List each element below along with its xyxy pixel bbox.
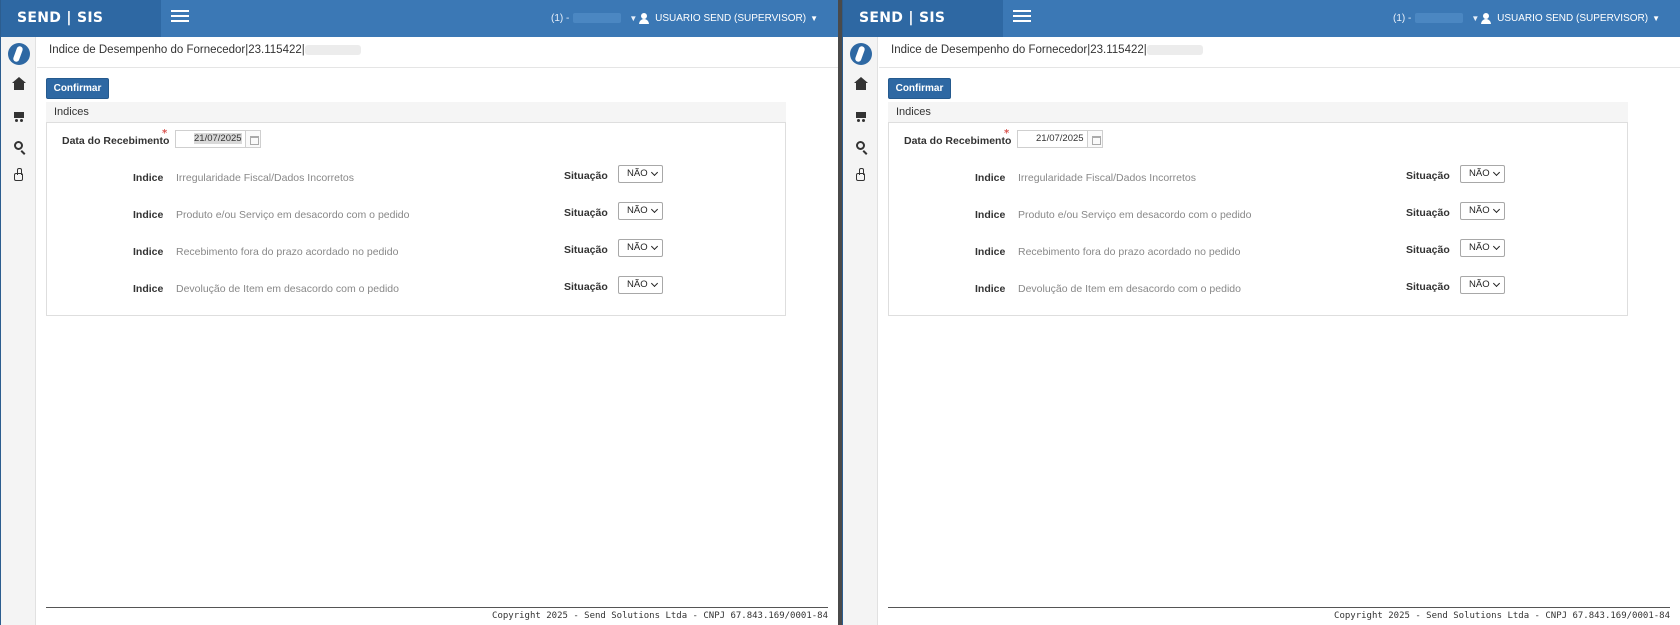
- caret-down-icon: ▼: [810, 14, 818, 23]
- top-bar: SEND | SIS (1) - ▼ USUARIO SEND (SUPERVIS…: [1, 0, 838, 37]
- search-icon[interactable]: [1, 131, 36, 159]
- user-icon: [1481, 12, 1492, 24]
- index-label: Indice: [133, 172, 164, 184]
- org-prefix: (1) -: [551, 13, 570, 24]
- status-label: Situação: [564, 244, 608, 256]
- index-text: Devolução de Item em desacordo com o ped…: [176, 283, 399, 295]
- date-label: Data do Recebimento: [62, 135, 170, 147]
- cart-icon[interactable]: [1, 101, 36, 129]
- status-label: Situação: [564, 281, 608, 293]
- user-menu[interactable]: USUARIO SEND (SUPERVISOR) ▼: [1481, 0, 1660, 37]
- sidebar: [1, 37, 36, 625]
- thumbs-up-icon[interactable]: [1, 161, 36, 189]
- page-title: Indice de Desempenho do Fornecedor|23.11…: [891, 44, 1203, 56]
- status-select[interactable]: NÃO: [618, 276, 663, 294]
- required-asterisk: *: [162, 128, 168, 139]
- status-select[interactable]: NÃO: [618, 202, 663, 220]
- index-text: Recebimento fora do prazo acordado no pe…: [176, 246, 399, 258]
- index-text: Devolução de Item em desacordo com o ped…: [1018, 283, 1241, 295]
- index-label: Indice: [975, 246, 1006, 258]
- index-text: Irregularidade Fiscal/Dados Incorretos: [176, 172, 354, 184]
- footer-copyright: Copyright 2025 - Send Solutions Ltda - C…: [1334, 611, 1670, 621]
- page-title-text: Indice de Desempenho do Fornecedor|23.11…: [891, 44, 1147, 56]
- status-label: Situação: [1406, 244, 1450, 256]
- org-prefix: (1) -: [1393, 13, 1412, 24]
- caret-down-icon: ▼: [629, 14, 638, 23]
- home-icon[interactable]: [843, 71, 878, 99]
- page-title-text: Indice de Desempenho do Fornecedor|23.11…: [49, 44, 305, 56]
- status-select[interactable]: NÃO: [1460, 239, 1505, 257]
- status-select[interactable]: NÃO: [618, 165, 663, 183]
- confirm-button[interactable]: Confirmar: [46, 78, 109, 99]
- required-asterisk: *: [1004, 128, 1010, 139]
- right-window: SEND | SIS (1) - ▼ USUARIO SEND (SUPERVIS…: [842, 0, 1680, 625]
- index-label: Indice: [133, 283, 164, 295]
- status-select[interactable]: NÃO: [1460, 276, 1505, 294]
- thumbs-up-icon[interactable]: [843, 161, 878, 189]
- caret-down-icon: ▼: [1471, 14, 1480, 23]
- index-text: Recebimento fora do prazo acordado no pe…: [1018, 246, 1241, 258]
- menu-toggle-icon[interactable]: [171, 10, 189, 24]
- app-logo-icon[interactable]: [850, 43, 872, 65]
- index-text: Produto e/ou Serviço em desacordo com o …: [176, 209, 410, 221]
- status-label: Situação: [564, 170, 608, 182]
- status-select[interactable]: NÃO: [1460, 165, 1505, 183]
- page-title: Indice de Desempenho do Fornecedor|23.11…: [49, 44, 361, 56]
- left-window: SEND | SIS (1) - ▼ USUARIO SEND (SUPERVIS…: [0, 0, 838, 625]
- index-label: Indice: [975, 283, 1006, 295]
- home-icon[interactable]: [1, 71, 36, 99]
- footer-divider: [46, 607, 828, 608]
- title-divider: [879, 67, 1680, 68]
- status-select[interactable]: NÃO: [618, 239, 663, 257]
- index-label: Indice: [975, 172, 1006, 184]
- title-divider: [37, 67, 838, 68]
- footer-copyright: Copyright 2025 - Send Solutions Ltda - C…: [492, 611, 828, 621]
- screen: SEND | SIS (1) - ▼ USUARIO SEND (SUPERVIS…: [0, 0, 1680, 625]
- user-name: USUARIO SEND (SUPERVISOR): [655, 13, 807, 24]
- status-label: Situação: [564, 207, 608, 219]
- confirm-button[interactable]: Confirmar: [888, 78, 951, 99]
- footer-divider: [888, 607, 1670, 608]
- index-label: Indice: [133, 209, 164, 221]
- redacted-org: [573, 13, 622, 24]
- user-menu[interactable]: USUARIO SEND (SUPERVISOR) ▼: [639, 0, 818, 37]
- sidebar: [843, 37, 878, 625]
- search-icon[interactable]: [843, 131, 878, 159]
- user-icon: [639, 12, 650, 24]
- status-label: Situação: [1406, 281, 1450, 293]
- caret-down-icon: ▼: [1652, 14, 1660, 23]
- redacted-supplier: [1146, 44, 1203, 55]
- redacted-org: [1415, 13, 1464, 24]
- calendar-icon[interactable]: [245, 130, 261, 148]
- index-text: Produto e/ou Serviço em desacordo com o …: [1018, 209, 1252, 221]
- cart-icon[interactable]: [843, 101, 878, 129]
- app-logo-icon[interactable]: [8, 43, 30, 65]
- status-select[interactable]: NÃO: [1460, 202, 1505, 220]
- redacted-supplier: [304, 44, 361, 55]
- index-label: Indice: [133, 246, 164, 258]
- org-selector[interactable]: (1) - ▼: [1393, 0, 1479, 37]
- status-label: Situação: [1406, 170, 1450, 182]
- panel-title: Indices: [46, 102, 786, 123]
- menu-toggle-icon[interactable]: [1013, 10, 1031, 24]
- panel-title: Indices: [888, 102, 1628, 123]
- brand-logo[interactable]: SEND | SIS: [843, 0, 1003, 37]
- date-label: Data do Recebimento: [904, 135, 1012, 147]
- brand-logo[interactable]: SEND | SIS: [1, 0, 161, 37]
- calendar-icon[interactable]: [1087, 130, 1103, 148]
- index-label: Indice: [975, 209, 1006, 221]
- org-selector[interactable]: (1) - ▼: [551, 0, 637, 37]
- index-text: Irregularidade Fiscal/Dados Incorretos: [1018, 172, 1196, 184]
- top-bar: SEND | SIS (1) - ▼ USUARIO SEND (SUPERVIS…: [843, 0, 1680, 37]
- status-label: Situação: [1406, 207, 1450, 219]
- user-name: USUARIO SEND (SUPERVISOR): [1497, 13, 1649, 24]
